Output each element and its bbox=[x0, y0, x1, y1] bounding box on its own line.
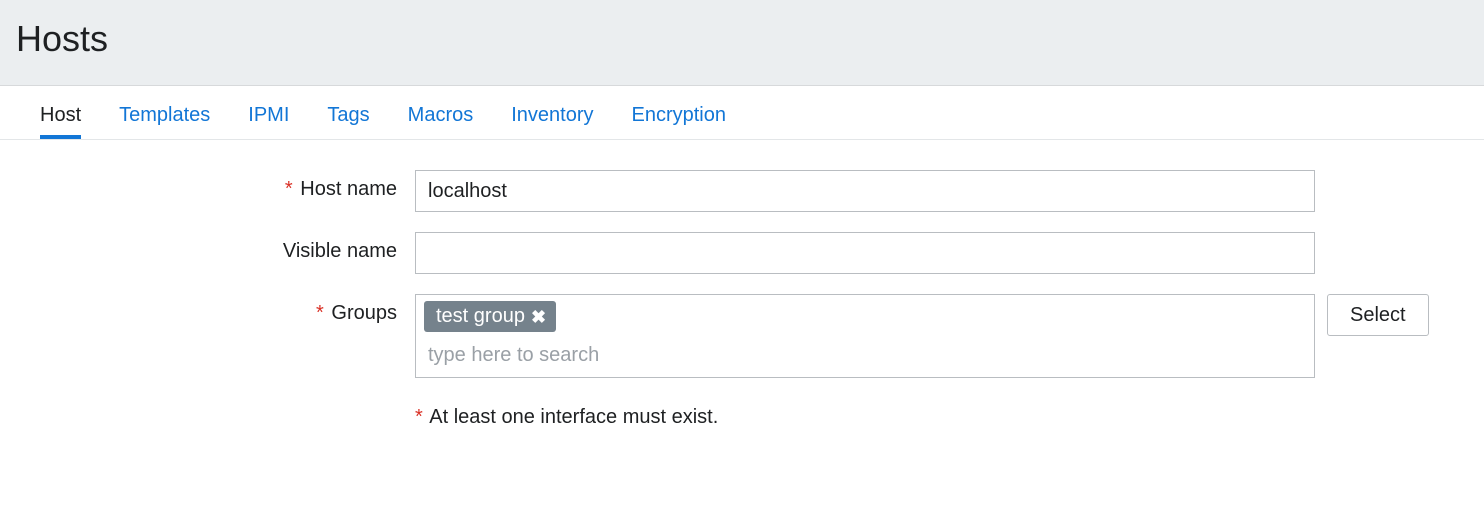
interface-hint: * At least one interface must exist. bbox=[415, 398, 718, 429]
tab-bar: Host Templates IPMI Tags Macros Inventor… bbox=[0, 86, 1484, 140]
groups-search-input[interactable] bbox=[424, 338, 1306, 369]
label-empty bbox=[20, 398, 415, 406]
visible-name-input[interactable] bbox=[415, 232, 1315, 274]
row-interface-hint: * At least one interface must exist. bbox=[20, 398, 1464, 429]
group-tag-label: test group bbox=[436, 305, 525, 328]
tab-encryption[interactable]: Encryption bbox=[632, 104, 727, 139]
label-visible-name: Visible name bbox=[20, 232, 415, 263]
groups-field-wrap: test group ✖ Select bbox=[415, 294, 1429, 378]
label-visible-name-text: Visible name bbox=[283, 240, 397, 262]
required-marker: * bbox=[285, 178, 293, 200]
tab-tags[interactable]: Tags bbox=[327, 104, 369, 139]
tab-macros[interactable]: Macros bbox=[408, 104, 474, 139]
tab-host[interactable]: Host bbox=[40, 104, 81, 139]
label-groups: * Groups bbox=[20, 294, 415, 325]
host-name-input[interactable] bbox=[415, 170, 1315, 212]
row-visible-name: Visible name bbox=[20, 232, 1464, 274]
tab-ipmi[interactable]: IPMI bbox=[248, 104, 289, 139]
label-host-name-text: Host name bbox=[300, 178, 397, 200]
hosts-config-page: Hosts Host Templates IPMI Tags Macros In… bbox=[0, 0, 1484, 479]
row-host-name: * Host name bbox=[20, 170, 1464, 212]
label-host-name: * Host name bbox=[20, 170, 415, 201]
required-marker: * bbox=[415, 406, 423, 428]
groups-select-button[interactable]: Select bbox=[1327, 294, 1429, 336]
tab-inventory[interactable]: Inventory bbox=[511, 104, 593, 139]
required-marker: * bbox=[316, 302, 324, 324]
row-groups: * Groups test group ✖ Select bbox=[20, 294, 1464, 378]
page-title: Hosts bbox=[16, 18, 1484, 60]
label-groups-text: Groups bbox=[331, 302, 397, 324]
page-header: Hosts bbox=[0, 0, 1484, 86]
host-form: * Host name Visible name * Groups test g… bbox=[0, 140, 1484, 479]
group-tag: test group ✖ bbox=[424, 301, 556, 332]
tab-templates[interactable]: Templates bbox=[119, 104, 210, 139]
remove-tag-icon[interactable]: ✖ bbox=[531, 308, 546, 326]
interface-hint-text: At least one interface must exist. bbox=[429, 406, 718, 428]
groups-multiselect[interactable]: test group ✖ bbox=[415, 294, 1315, 378]
